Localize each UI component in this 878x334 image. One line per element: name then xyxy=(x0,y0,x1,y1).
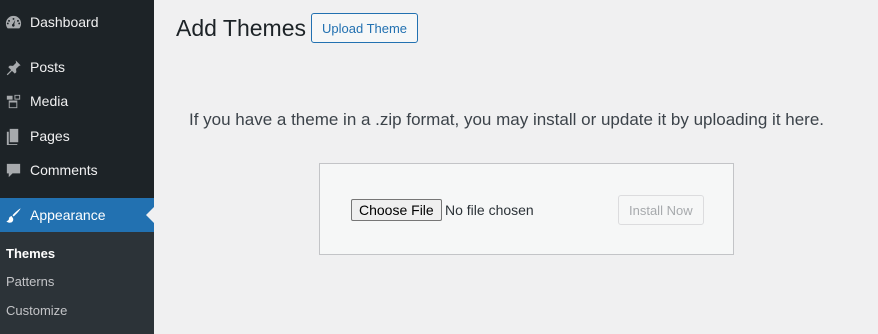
media-icon xyxy=(3,91,23,111)
install-now-button[interactable]: Install Now xyxy=(618,195,704,225)
file-status-text: No file chosen xyxy=(445,202,534,218)
page-title: Add Themes xyxy=(176,15,306,41)
upload-theme-button[interactable]: Upload Theme xyxy=(311,13,419,43)
submenu-item-themes[interactable]: Themes xyxy=(6,246,55,261)
sidebar-item-label: Posts xyxy=(30,59,66,75)
sidebar-item-media[interactable]: Media xyxy=(0,84,154,118)
sidebar-item-label: Appearance xyxy=(30,207,106,223)
sidebar-item-label: Comments xyxy=(30,162,98,178)
submenu-item-patterns[interactable]: Patterns xyxy=(6,274,54,289)
comment-icon xyxy=(3,160,23,180)
appearance-submenu: Themes Patterns Customize xyxy=(0,232,154,334)
submenu-item-customize[interactable]: Customize xyxy=(6,303,67,318)
choose-file-button[interactable]: Choose File xyxy=(351,199,442,221)
sidebar-item-label: Pages xyxy=(30,128,70,144)
dashboard-icon xyxy=(3,12,23,32)
admin-sidebar: Dashboard Posts Media Pages Comments App… xyxy=(0,0,154,334)
upload-help-text: If you have a theme in a .zip format, yo… xyxy=(189,110,825,129)
sidebar-item-comments[interactable]: Comments xyxy=(0,153,154,187)
current-menu-arrow xyxy=(146,207,154,223)
pin-icon xyxy=(3,57,23,77)
brush-icon xyxy=(3,205,23,225)
main-content: Add Themes Upload Theme If you have a th… xyxy=(154,0,878,334)
sidebar-item-posts[interactable]: Posts xyxy=(0,50,154,84)
sidebar-item-label: Dashboard xyxy=(30,14,99,30)
upload-form-box: Choose File No file chosen Install Now xyxy=(319,163,734,255)
pages-icon xyxy=(3,126,23,146)
sidebar-item-pages[interactable]: Pages xyxy=(0,119,154,153)
wp-admin-app: Dashboard Posts Media Pages Comments App… xyxy=(0,0,878,334)
sidebar-item-appearance[interactable]: Appearance xyxy=(0,198,154,232)
sidebar-item-label: Media xyxy=(30,93,69,109)
sidebar-item-dashboard[interactable]: Dashboard xyxy=(0,5,154,39)
